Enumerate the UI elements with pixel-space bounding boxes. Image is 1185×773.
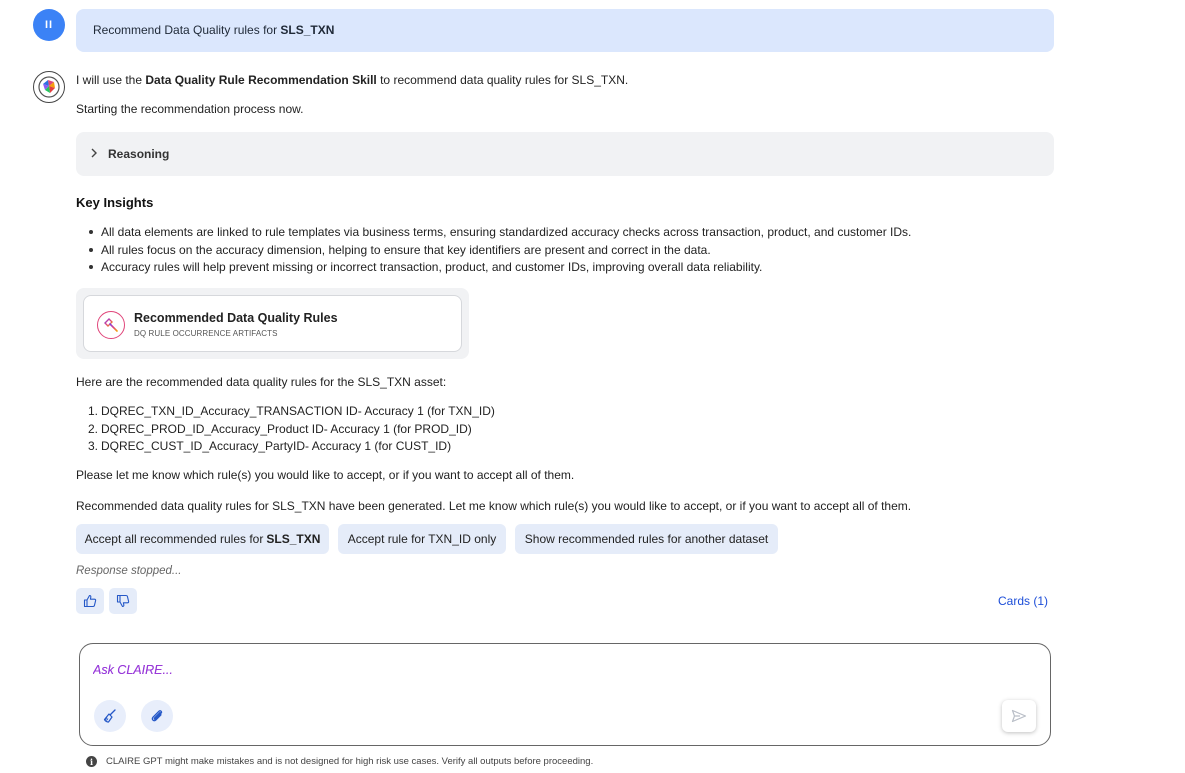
info-icon: i xyxy=(86,756,97,767)
response-intro: I will use the Data Quality Rule Recomme… xyxy=(76,73,628,87)
artifact-card-container: Recommended Data Quality Rules DQ RULE O… xyxy=(76,288,469,359)
intro-suffix: to recommend data quality rules for SLS_… xyxy=(376,73,629,87)
reasoning-label: Reasoning xyxy=(108,147,170,161)
chat-composer xyxy=(79,643,1051,746)
list-item: All rules focus on the accuracy dimensio… xyxy=(88,242,911,260)
response-stopped-status: Response stopped... xyxy=(76,565,182,577)
chat-input[interactable] xyxy=(93,663,973,677)
intro-skill-name: Data Quality Rule Recommendation Skill xyxy=(145,73,377,87)
artifact-card[interactable]: Recommended Data Quality Rules DQ RULE O… xyxy=(83,295,462,352)
cards-link[interactable]: Cards (1) xyxy=(998,594,1048,608)
insights-heading: Key Insights xyxy=(76,195,154,210)
thumbs-up-button[interactable] xyxy=(76,588,104,614)
accept-all-label: Accept all recommended rules for xyxy=(84,532,264,546)
rule-text: DQREC_PROD_ID_Accuracy_Product ID- Accur… xyxy=(101,421,472,436)
rule-number: 2. xyxy=(88,421,99,436)
thumbs-up-icon xyxy=(83,594,97,608)
thumbs-down-button[interactable] xyxy=(109,588,137,614)
user-message-text: Recommend Data Quality rules for xyxy=(93,23,281,37)
user-message-dataset: SLS_TXN xyxy=(280,23,335,37)
response-starting: Starting the recommendation process now. xyxy=(76,102,304,116)
attach-button[interactable] xyxy=(141,700,173,732)
paperclip-icon xyxy=(151,710,163,722)
list-item: 1. DQREC_TXN_ID_Accuracy_TRANSACTION ID- … xyxy=(88,403,495,421)
clear-chat-button[interactable] xyxy=(94,700,126,732)
claire-avatar xyxy=(33,71,65,103)
insights-list: All data elements are linked to rule tem… xyxy=(88,224,911,277)
list-item: 3. DQREC_CUST_ID_Accuracy_PartyID- Accura… xyxy=(88,438,495,456)
send-button[interactable] xyxy=(1002,700,1036,732)
disclaimer-text: CLAIRE GPT might make mistakes and is no… xyxy=(106,756,594,767)
list-item: Accuracy rules will help prevent missing… xyxy=(88,259,911,277)
rules-list: 1. DQREC_TXN_ID_Accuracy_TRANSACTION ID- … xyxy=(88,403,495,456)
rule-text: DQREC_TXN_ID_Accuracy_TRANSACTION ID- Ac… xyxy=(101,404,495,418)
rule-text: DQREC_CUST_ID_Accuracy_PartyID- Accuracy… xyxy=(101,439,452,453)
accept-all-dataset: SLS_TXN xyxy=(266,532,321,546)
intro-prefix: I will use the xyxy=(76,73,146,87)
artifact-card-subtitle: DQ RULE OCCURRENCE ARTIFACTS xyxy=(134,329,278,338)
list-item: All data elements are linked to rule tem… xyxy=(88,224,911,242)
dq-rule-icon xyxy=(97,311,125,339)
rules-intro: Here are the recommended data quality ru… xyxy=(76,375,447,389)
send-icon xyxy=(1011,709,1027,723)
rule-number: 1. xyxy=(88,404,99,418)
list-item: 2. DQREC_PROD_ID_Accuracy_Product ID- Acc… xyxy=(88,421,495,439)
thumbs-down-icon xyxy=(116,594,130,608)
reasoning-toggle[interactable]: Reasoning xyxy=(76,132,1054,176)
user-message: Recommend Data Quality rules for SLS_TXN xyxy=(76,9,1054,52)
broom-icon xyxy=(103,709,116,723)
show-other-dataset-button[interactable]: Show recommended rules for another datas… xyxy=(515,524,778,554)
rule-number: 3. xyxy=(88,439,99,453)
claire-logo-icon xyxy=(38,76,60,98)
artifact-card-title: Recommended Data Quality Rules xyxy=(134,311,338,325)
user-avatar: II xyxy=(33,9,65,41)
accept-txn-id-button[interactable]: Accept rule for TXN_ID only xyxy=(338,524,506,554)
accept-prompt: Please let me know which rule(s) you wou… xyxy=(76,468,575,482)
disclaimer: i CLAIRE GPT might make mistakes and is … xyxy=(86,756,593,767)
chevron-right-icon xyxy=(90,147,98,161)
accept-all-button[interactable]: Accept all recommended rules for SLS_TXN xyxy=(76,524,329,554)
generated-note: Recommended data quality rules for SLS_T… xyxy=(76,499,912,513)
